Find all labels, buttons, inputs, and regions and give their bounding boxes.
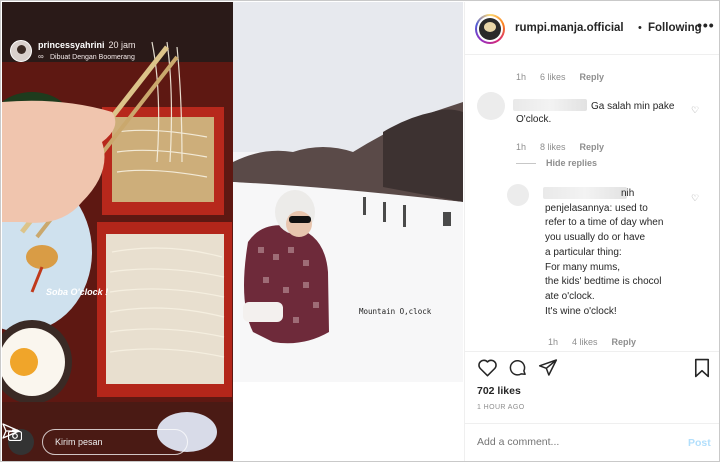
- reply-button[interactable]: Reply: [580, 72, 605, 82]
- comment-time: 1h: [516, 72, 527, 82]
- story-photo: princessyahrini 20 jam ∞ Dibuat Dengan Boo…: [2, 2, 233, 461]
- commenter-avatar[interactable]: [477, 92, 505, 120]
- reply-comment-text: nih penjelasannya: used to refer to a ti…: [545, 188, 664, 317]
- comment-time: 1h: [516, 142, 527, 152]
- reply-button[interactable]: Reply: [580, 142, 605, 152]
- comment-likes[interactable]: 6 likes: [540, 72, 566, 82]
- comment-meta: 1h 6 likes Reply: [516, 72, 618, 82]
- commenter-avatar[interactable]: [507, 184, 529, 206]
- add-comment-bar: Post: [465, 423, 719, 461]
- story-reply-bar: Kirim pesan: [2, 422, 233, 461]
- replies-divider: [516, 163, 536, 164]
- comment-like-icon[interactable]: ♡: [691, 105, 699, 116]
- comment-like-icon[interactable]: ♡: [691, 193, 699, 204]
- post-header: rumpi.manja.official • Following •••: [465, 2, 719, 55]
- boomerang-icon: ∞: [38, 52, 44, 61]
- story-time: 20 jam: [108, 40, 136, 50]
- comment-likes[interactable]: 4 likes: [572, 337, 598, 347]
- action-bar: [465, 351, 719, 411]
- screenshot-frame: princessyahrini 20 jam ∞ Dibuat Dengan Boo…: [0, 0, 720, 462]
- likes-count[interactable]: 702 likes: [477, 385, 521, 397]
- following-button[interactable]: Following: [648, 22, 702, 34]
- comment-time: 1h: [548, 337, 559, 347]
- hide-replies-button[interactable]: Hide replies: [546, 158, 597, 168]
- add-comment-input[interactable]: [477, 436, 667, 448]
- snow-caption: Mountain O,clock: [359, 307, 432, 316]
- comment-text: Ga salah min pake O'clock.: [516, 101, 675, 125]
- comment-icon[interactable]: [508, 358, 528, 378]
- send-icon[interactable]: [2, 422, 20, 440]
- reply-button[interactable]: Reply: [612, 337, 637, 347]
- story-subtitle-row: ∞ Dibuat Dengan Boomerang: [38, 52, 135, 61]
- story-reply-input[interactable]: Kirim pesan: [42, 429, 188, 455]
- comment-likes[interactable]: 8 likes: [540, 142, 566, 152]
- snow-photo-illustration: [233, 2, 463, 461]
- account-username[interactable]: rumpi.manja.official: [515, 22, 624, 34]
- more-options-icon[interactable]: •••: [697, 17, 715, 33]
- post-panel: rumpi.manja.official • Following ••• 1h 6…: [464, 2, 719, 461]
- heart-icon[interactable]: [477, 358, 498, 377]
- post-timestamp: 1 HOUR AGO: [477, 404, 525, 411]
- story-username[interactable]: princessyahrini: [38, 40, 105, 50]
- story-subtitle: Dibuat Dengan Boomerang: [50, 54, 135, 61]
- share-icon[interactable]: [538, 358, 558, 377]
- bookmark-icon[interactable]: [694, 358, 710, 378]
- story-caption: Soba O'clock !: [46, 287, 109, 297]
- separator-dot: •: [638, 22, 642, 34]
- story-header: princessyahrini 20 jam: [38, 40, 136, 50]
- story-avatar[interactable]: [10, 40, 32, 62]
- post-comment-button[interactable]: Post: [688, 437, 711, 449]
- snow-photo: Mountain O,clock: [233, 2, 463, 461]
- comment-meta: 1h 8 likes Reply: [516, 142, 618, 152]
- comment-meta: 1h 4 likes Reply: [548, 337, 650, 347]
- soba-photo-illustration: [2, 2, 233, 461]
- comments-list: 1h 6 likes Reply Ga salah min pake O'clock…: [465, 56, 719, 350]
- account-avatar[interactable]: [475, 14, 505, 44]
